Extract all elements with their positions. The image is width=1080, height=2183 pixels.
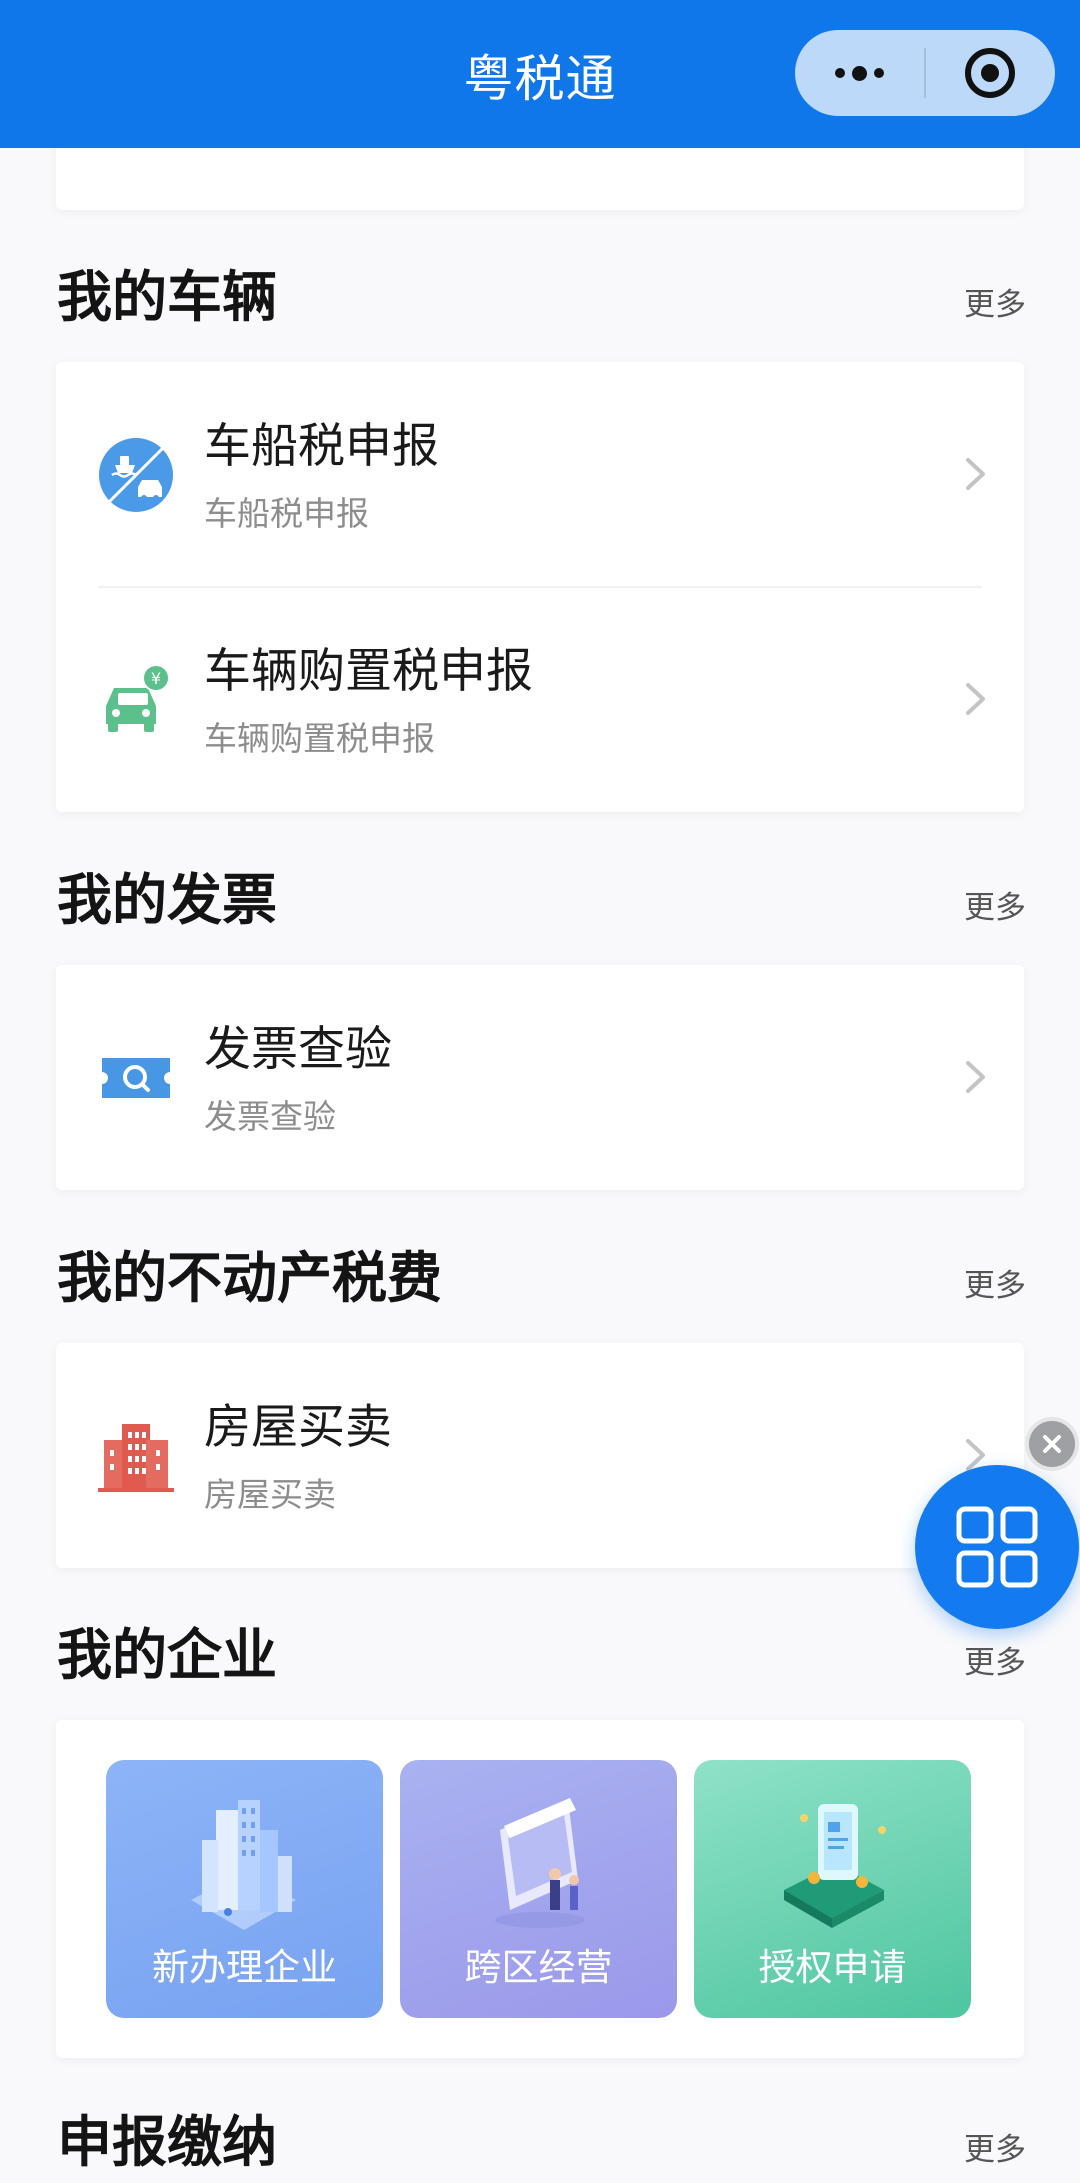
invoice-search-icon (102, 1058, 170, 1098)
chevron-right-icon (966, 683, 985, 715)
car-yen-icon: ¥ (106, 664, 170, 732)
tile-cross-region-operation[interactable]: 跨区经营 (400, 1760, 677, 2018)
chevron-right-icon (966, 1061, 985, 1093)
tile-authorization-request[interactable]: 授权申请 (694, 1760, 971, 2018)
grid-apps-icon (956, 1506, 1038, 1588)
item-subtitle: 发票查验 (204, 1097, 336, 1136)
close-floating-button[interactable] (1025, 1417, 1079, 1471)
chevron-right-icon (966, 458, 985, 490)
vehicles-card: 车船税申报 车船税申报 ¥ 车辆购置税申报 车辆购置税申报 (56, 362, 1024, 812)
miniprogram-capsule (795, 30, 1055, 116)
target-icon (965, 48, 1016, 98)
list-item-vehicle-purchase-tax[interactable]: ¥ 车辆购置税申报 车辆购置税申报 (56, 587, 1024, 812)
item-title: 房屋买卖 (204, 1400, 392, 1455)
list-item-property-trade[interactable]: 房屋买卖 房屋买卖 (56, 1343, 1024, 1568)
top-bar: 粤税通 (0, 0, 1080, 148)
more-dots-icon (835, 65, 884, 81)
section-title-real-estate: 我的不动产税费 (57, 1246, 443, 1310)
invoices-more-link[interactable]: 更多 (964, 888, 1026, 928)
real-estate-more-link[interactable]: 更多 (964, 1266, 1026, 1306)
tile-label: 授权申请 (758, 1946, 907, 1989)
item-subtitle: 车船税申报 (204, 494, 369, 533)
tile-label: 跨区经营 (464, 1946, 613, 1989)
more-menu-button[interactable] (795, 30, 924, 116)
filing-more-link[interactable]: 更多 (964, 2130, 1026, 2170)
vehicles-more-link[interactable]: 更多 (964, 285, 1026, 325)
item-title: 车辆购置税申报 (204, 644, 533, 699)
section-title-enterprise: 我的企业 (57, 1623, 278, 1687)
enterprise-more-link[interactable]: 更多 (964, 1643, 1026, 1683)
item-title: 车船税申报 (204, 419, 439, 474)
apps-floating-button[interactable] (915, 1465, 1079, 1629)
building-icon (98, 1424, 174, 1492)
enterprise-card: 新办理企业 跨区经营 授权申请 (56, 1720, 1024, 2058)
invoices-card: 发票查验 发票查验 (56, 965, 1024, 1190)
enterprise-tiles: 新办理企业 跨区经营 授权申请 (106, 1760, 971, 2018)
section-title-vehicles: 我的车辆 (57, 265, 278, 329)
close-icon (1043, 1435, 1061, 1453)
tile-new-enterprise[interactable]: 新办理企业 (106, 1760, 383, 2018)
ship-car-icon (99, 438, 173, 512)
list-item-vehicle-vessel-tax[interactable]: 车船税申报 车船税申报 (56, 362, 1024, 587)
item-title: 发票查验 (204, 1022, 392, 1077)
close-miniprogram-button[interactable] (926, 30, 1055, 116)
item-subtitle: 车辆购置税申报 (204, 719, 435, 758)
list-item-invoice-verification[interactable]: 发票查验 发票查验 (56, 965, 1024, 1190)
tile-label: 新办理企业 (152, 1946, 337, 1989)
section-title-invoices: 我的发票 (57, 868, 278, 932)
item-subtitle: 房屋买卖 (204, 1475, 336, 1514)
section-title-filing-payment: 申报缴纳 (57, 2110, 278, 2174)
real-estate-card: 房屋买卖 房屋买卖 (56, 1343, 1024, 1568)
svg-text:¥: ¥ (151, 669, 161, 688)
